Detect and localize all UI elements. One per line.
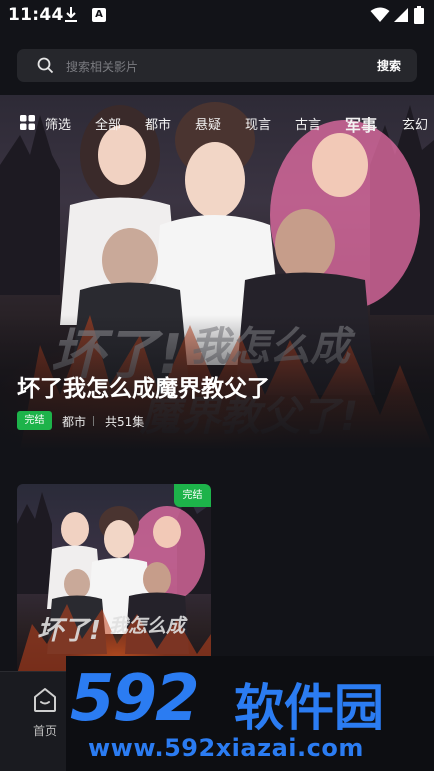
site-watermark: 592 软件园 www.592xiazai.com: [66, 656, 434, 771]
search-button[interactable]: 搜索: [377, 57, 401, 74]
search-input[interactable]: 搜索相关影片: [66, 58, 138, 75]
tab-military[interactable]: 军事: [345, 112, 377, 136]
meta-divider: [93, 416, 94, 426]
svg-text:坏了!: 坏了!: [37, 616, 101, 646]
tab-urban[interactable]: 都市: [145, 114, 171, 133]
card-status-badge: 完结: [174, 484, 211, 507]
card-poster-image: 坏了! 我怎么成: [17, 492, 211, 674]
episode-count: 共51集: [105, 415, 145, 429]
search-bar[interactable]: 搜索相关影片 搜索: [17, 49, 417, 82]
battery-icon: [414, 6, 424, 24]
signal-icon: [394, 8, 408, 22]
filter-button[interactable]: 筛选: [45, 114, 71, 133]
category-tabs: 筛选 全部 都市 悬疑 现言 古言 军事 玄幻: [0, 112, 434, 136]
app-notification-icon: A: [92, 8, 106, 22]
status-badge: 完结: [17, 411, 52, 430]
nav-home[interactable]: 首页: [24, 686, 68, 746]
svg-text:我怎么成: 我怎么成: [109, 615, 188, 637]
filter-grid-icon[interactable]: [20, 115, 35, 130]
wifi-icon: [370, 7, 390, 22]
download-icon: [65, 7, 77, 22]
status-bar: 11:44 A: [0, 0, 434, 32]
search-icon: [37, 57, 54, 74]
watermark-logo-digits: 592: [70, 662, 200, 736]
tab-fantasy[interactable]: 玄幻: [402, 114, 428, 133]
drama-card[interactable]: 坏了! 我怎么成 完结: [17, 484, 211, 674]
tab-ancient-romance[interactable]: 古言: [295, 114, 321, 133]
tab-suspense[interactable]: 悬疑: [195, 114, 221, 133]
watermark-url: www.592xiazai.com: [88, 734, 364, 762]
watermark-logo-text: 软件园: [234, 679, 384, 737]
nav-home-label: 首页: [33, 724, 58, 738]
home-icon: [34, 688, 56, 712]
tab-all[interactable]: 全部: [95, 114, 121, 133]
genre-label: 都市: [62, 415, 87, 429]
banner-title[interactable]: 坏了我怎么成魔界教父了: [17, 369, 270, 403]
status-time: 11:44: [8, 5, 64, 25]
tab-modern-romance[interactable]: 现言: [245, 114, 271, 133]
